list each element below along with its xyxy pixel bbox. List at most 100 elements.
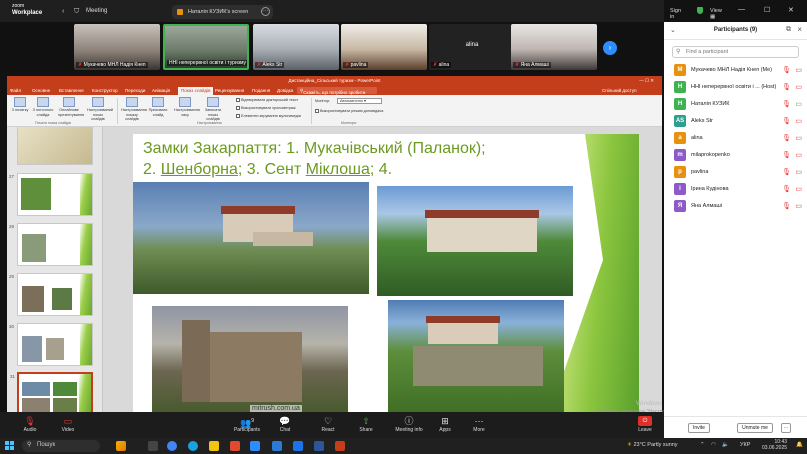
react-button[interactable]: ♡ React [310, 415, 346, 433]
mic-muted-icon[interactable]: 🎙 [782, 117, 791, 125]
narrations-checkbox[interactable]: Відтворювати дикторський текст [236, 98, 298, 102]
video-tile[interactable]: ✗ Мукачево МНЛ Надія Кнеп [74, 24, 160, 70]
presenter-view-checkbox[interactable]: Використовувати режим доповідача [315, 109, 383, 113]
custom-show-button[interactable]: Настроюваний показ слайдів [87, 97, 113, 122]
photo-palanok-castle[interactable] [133, 182, 369, 294]
tab-insert[interactable]: Вставлення [59, 88, 84, 93]
participant-row[interactable]: m milaprokopenko 🎙 ▭ [664, 147, 807, 164]
video-tile[interactable]: ✗ Яна Алмаші [511, 24, 597, 70]
mic-muted-icon[interactable]: 🎙 [782, 168, 791, 176]
telegram-icon[interactable] [293, 441, 303, 451]
zoom-app-icon[interactable] [250, 441, 260, 451]
video-off-icon[interactable]: ▭ [795, 66, 802, 74]
weather-widget[interactable]: ☀ 23°C Partly sunny [627, 442, 678, 448]
unmute-me-button[interactable]: Unmute me [737, 423, 773, 433]
video-tile-active-speaker[interactable]: ННІ неперервної освіти і туризму [163, 24, 249, 70]
chrome-icon[interactable] [167, 441, 177, 451]
tab-design[interactable]: Конструктор [92, 88, 118, 93]
slide-thumbnail[interactable]: 28 [9, 223, 93, 266]
mic-muted-icon[interactable]: 🎙 [782, 185, 791, 193]
hide-slide-button[interactable]: Приховати слайд [147, 97, 169, 117]
video-off-icon[interactable]: ▭ [795, 117, 802, 125]
next-page-arrow-icon[interactable]: › [603, 41, 617, 55]
more-button[interactable]: ⋯ More [461, 415, 497, 433]
audio-button[interactable]: 🎙 Audio [12, 415, 48, 433]
close-panel-icon[interactable]: × [797, 25, 802, 34]
input-language[interactable]: УКР [740, 442, 750, 448]
slide-canvas[interactable]: Замки Закарпаття: 1. Мукачівський (Палан… [133, 134, 639, 414]
taskbar-search-input[interactable]: ⚲ Пошук [22, 440, 100, 452]
slide-title[interactable]: Замки Закарпаття: 1. Мукачівський (Палан… [143, 138, 543, 180]
mic-muted-icon[interactable]: 🎙 [782, 134, 791, 142]
video-tile-no-camera[interactable]: alina ✗ alina [429, 24, 515, 70]
word-icon[interactable] [314, 441, 324, 451]
slide-thumbnail[interactable]: 29 [9, 273, 93, 316]
participant-row[interactable]: Я Яна Алмаші 🎙 ▭ [664, 198, 807, 215]
tab-home[interactable]: Основне [32, 88, 50, 93]
media-controls-checkbox[interactable]: Елементи керування мультимедіа [236, 114, 301, 118]
shield-icon[interactable]: ⛉ [74, 8, 79, 16]
notification-bell-icon[interactable]: 🔔 [796, 442, 803, 448]
ppt-window-controls[interactable]: — ☐ ✕ [639, 78, 654, 84]
file-explorer-icon[interactable] [209, 441, 219, 451]
present-online-button[interactable]: Онлайнове презентування [58, 97, 84, 117]
more-options-button[interactable]: ⋯ [781, 423, 791, 433]
slide-thumbnail[interactable]: 26 [9, 127, 93, 165]
participant-row[interactable]: H Наталія КУЗИК 🎙 ▭ [664, 96, 807, 113]
tab-animations[interactable]: Анімація [152, 88, 170, 93]
back-icon[interactable]: ‹ [62, 8, 64, 15]
video-off-icon[interactable]: ▭ [795, 83, 802, 91]
participant-row[interactable]: p pavlina 🎙 ▭ [664, 164, 807, 181]
tell-me-search[interactable]: ⚲ Скажіть, що потрібно зробити [297, 87, 377, 95]
mic-muted-icon[interactable]: 🎙 [782, 83, 791, 91]
participant-search-input[interactable]: ⚲ Find a participant [672, 46, 799, 58]
timings-checkbox[interactable]: Використовувати хронометраж [236, 106, 296, 110]
tray-chevron-icon[interactable]: ⌃ [700, 442, 705, 448]
photo-fortress[interactable] [388, 300, 564, 414]
photo-old-castle[interactable]: mitrush.com.ua [152, 306, 348, 414]
tab-slide-show[interactable]: Показ слайдів [178, 87, 214, 95]
video-off-icon[interactable]: ▭ [795, 134, 802, 142]
chat-button[interactable]: 💬 Chat [267, 415, 303, 433]
apps-button[interactable]: ⊞ Apps [427, 415, 463, 433]
pop-out-icon[interactable]: ⧉ [786, 26, 791, 34]
close-icon[interactable]: ✕ [788, 6, 794, 14]
participant-row[interactable]: I Ірина Кудінова 🎙 ▭ [664, 181, 807, 198]
participants-button[interactable]: 👥9 Participants [229, 415, 265, 433]
participant-row[interactable]: M Мукачево МНЛ Надія Кнеп (Me) 🎙 ▭ [664, 62, 807, 79]
slide-thumbnail[interactable]: 30 [9, 323, 93, 366]
more-options-icon[interactable]: ··· [261, 7, 270, 16]
tab-transitions[interactable]: Переходи [125, 88, 145, 93]
video-off-icon[interactable]: ▭ [795, 168, 802, 176]
sign-in-link[interactable]: Sign in [670, 8, 681, 20]
share-screen-button[interactable]: ⇧ Share [348, 415, 384, 433]
share-button[interactable]: Спільний доступ [602, 88, 637, 93]
participant-row[interactable]: a alina 🎙 ▭ [664, 130, 807, 147]
tab-view[interactable]: Подання [252, 88, 270, 93]
video-off-icon[interactable]: ▭ [795, 202, 802, 210]
tab-review[interactable]: Рецензування [215, 88, 244, 93]
minimize-icon[interactable]: — [738, 6, 745, 13]
mail-icon[interactable] [272, 441, 282, 451]
volume-icon[interactable]: 🔈 [722, 442, 729, 448]
screen-share-banner[interactable]: Наталія КУЗИК's screen ··· [172, 5, 273, 19]
view-menu[interactable]: View ▦ [710, 8, 722, 20]
invite-button[interactable]: Invite [688, 423, 710, 433]
windows-start-icon[interactable] [5, 441, 14, 450]
mic-muted-icon[interactable]: 🎙 [782, 100, 791, 108]
leave-button[interactable]: ⏻ Leave [632, 415, 658, 433]
setup-slideshow-button[interactable]: Настроювання показу слайдів [121, 97, 147, 122]
video-tile[interactable]: ✗ Aleks Str [253, 24, 339, 70]
video-on-icon[interactable]: ▭ [795, 100, 802, 108]
video-off-icon[interactable]: ▭ [795, 151, 802, 159]
slide-thumbnail-selected[interactable]: 31 [10, 372, 93, 412]
tab-help[interactable]: Довідка [277, 88, 293, 93]
copilot-icon[interactable] [116, 441, 126, 451]
maximize-icon[interactable]: ☐ [764, 6, 770, 14]
from-beginning-button[interactable]: З початку [9, 97, 31, 113]
record-slideshow-button[interactable]: Записати показ слайдів [202, 97, 224, 122]
tab-file[interactable]: Файл [10, 88, 21, 93]
slide-thumbnail[interactable]: 27 [9, 173, 93, 216]
rehearse-timings-button[interactable]: Настроювання часу [174, 97, 200, 117]
from-current-button[interactable]: З поточного слайда [32, 97, 54, 117]
